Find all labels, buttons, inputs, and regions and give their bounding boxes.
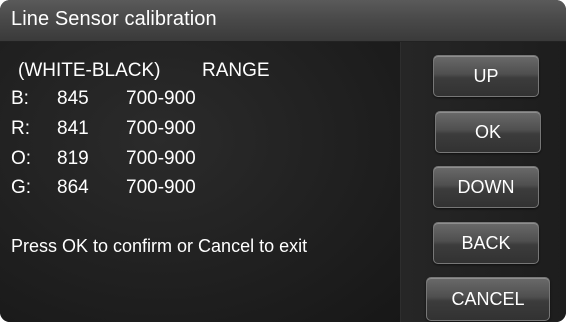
white-black-header: (WHITE-BLACK) — [18, 60, 161, 81]
channel-label: R: — [11, 118, 30, 139]
calibration-screen: Line Sensor calibration (WHITE-BLACK) RA… — [0, 0, 566, 322]
title-bar: Line Sensor calibration — [0, 0, 566, 42]
channel-label: G: — [11, 177, 32, 198]
sensor-range: 700-900 — [126, 177, 196, 198]
sensor-value: 819 — [57, 148, 89, 169]
back-button[interactable]: BACK — [433, 222, 539, 264]
ok-button[interactable]: OK — [435, 111, 541, 153]
instruction-message: Press OK to confirm or Cancel to exit — [11, 236, 308, 256]
range-header: RANGE — [202, 60, 270, 81]
sensor-range: 700-900 — [126, 118, 196, 139]
sensor-value: 845 — [57, 88, 89, 109]
sensor-value: 841 — [57, 118, 89, 139]
down-button[interactable]: DOWN — [433, 166, 539, 208]
sensor-range: 700-900 — [126, 88, 196, 109]
channel-label: O: — [11, 148, 32, 169]
channel-label: B: — [11, 88, 29, 109]
screen-title: Line Sensor calibration — [11, 8, 217, 30]
up-button[interactable]: UP — [433, 55, 539, 97]
table-header: (WHITE-BLACK) RANGE — [18, 60, 270, 82]
sensor-value: 864 — [57, 177, 89, 198]
sensor-range: 700-900 — [126, 148, 196, 169]
cancel-button[interactable]: CANCEL — [426, 277, 550, 321]
